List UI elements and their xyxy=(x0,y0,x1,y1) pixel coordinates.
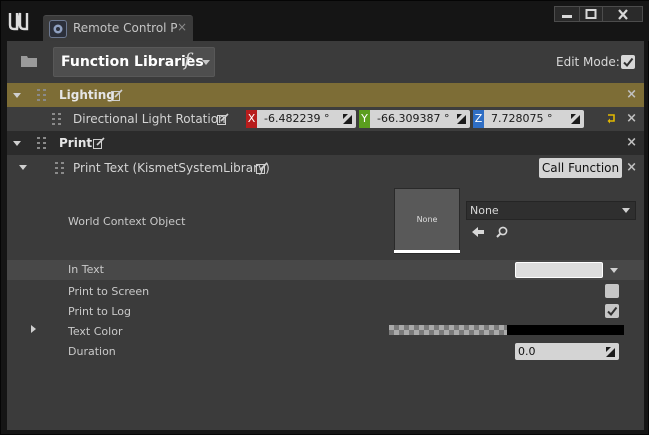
minimize-icon xyxy=(562,15,572,18)
rename-pencil-icon[interactable] xyxy=(217,113,229,125)
edit-mode-checkbox[interactable] xyxy=(621,55,635,69)
function-libraries-label: Function Libraries xyxy=(61,54,204,70)
function-icon: f xyxy=(184,50,191,71)
call-function-button[interactable]: Call Function xyxy=(539,158,622,178)
spinner-icon[interactable] xyxy=(606,347,615,357)
rotation-x-field[interactable]: X -6.482239 ° xyxy=(246,110,356,128)
in-text-input[interactable] xyxy=(515,262,603,278)
rename-pencil-icon[interactable] xyxy=(256,162,268,174)
checkmark-icon xyxy=(623,57,634,68)
drag-handle-icon[interactable] xyxy=(37,137,47,149)
chevron-down-icon[interactable] xyxy=(610,268,618,273)
spinner-icon[interactable] xyxy=(457,114,466,124)
drag-handle-icon[interactable] xyxy=(52,113,62,125)
function-libraries-button[interactable]: Function Libraries f xyxy=(53,47,215,77)
tab-remote-control[interactable]: Remote Control P × xyxy=(43,15,193,41)
alpha-checker-pattern xyxy=(389,325,507,335)
axis-x-tag: X xyxy=(246,110,257,128)
rename-pencil-icon[interactable] xyxy=(111,89,123,101)
title-bar[interactable]: Remote Control P × xyxy=(1,1,649,41)
function-label: Print Text (KismetSystemLibrary) xyxy=(73,161,270,175)
remove-property-icon[interactable]: × xyxy=(626,111,637,126)
property-row-directional-light-rotation: Directional Light Rotation X -6.482239 °… xyxy=(7,107,644,131)
thumbnail-none-text: None xyxy=(416,215,438,224)
chevron-down-icon xyxy=(202,60,210,65)
maximize-icon xyxy=(585,9,597,19)
print-to-log-checkbox[interactable] xyxy=(605,304,619,318)
chevron-down-icon xyxy=(622,208,630,213)
collapse-arrow-icon[interactable] xyxy=(13,93,21,98)
section-lighting[interactable]: Lighting × xyxy=(7,83,644,107)
section-title: Lighting xyxy=(59,88,115,102)
spinner-icon[interactable] xyxy=(571,114,580,124)
section-print[interactable]: Print × xyxy=(7,131,644,155)
duration-input[interactable]: 0.0 xyxy=(515,343,619,360)
section-title: Print xyxy=(59,136,93,150)
remote-control-panel-icon xyxy=(49,20,67,38)
rotation-z-value[interactable]: 7.728075 ° xyxy=(484,110,584,128)
tab-label: Remote Control P xyxy=(73,21,177,35)
folder-icon[interactable] xyxy=(21,55,37,67)
remote-control-panel: Function Libraries f Edit Mode: Lighting… xyxy=(7,41,644,430)
combo-value: None xyxy=(470,204,499,217)
collapse-arrow-icon[interactable] xyxy=(19,165,27,170)
world-context-object-label: World Context Object xyxy=(68,215,186,228)
close-icon xyxy=(617,8,628,20)
minimize-button[interactable] xyxy=(554,6,580,22)
print-to-screen-label: Print to Screen xyxy=(68,285,150,298)
rotation-y-value[interactable]: -66.309387 ° xyxy=(370,110,470,128)
print-to-log-label: Print to Log xyxy=(68,305,131,318)
tab-close-icon[interactable]: × xyxy=(177,20,187,34)
rename-pencil-icon[interactable] xyxy=(93,137,105,149)
rotation-y-field[interactable]: Y -66.309387 ° xyxy=(359,110,470,128)
duration-value: 0.0 xyxy=(518,345,536,358)
panel-toolbar: Function Libraries f Edit Mode: xyxy=(7,41,644,83)
maximize-button[interactable] xyxy=(579,6,603,22)
collapse-arrow-icon[interactable] xyxy=(13,141,21,146)
edit-mode-label: Edit Mode: xyxy=(556,55,620,69)
drag-handle-icon[interactable] xyxy=(37,89,47,101)
drag-handle-icon[interactable] xyxy=(55,162,65,174)
remove-function-icon[interactable]: × xyxy=(626,160,637,175)
property-label: Directional Light Rotation xyxy=(73,112,226,126)
axis-y-tag: Y xyxy=(359,110,370,128)
rotation-x-value[interactable]: -6.482239 ° xyxy=(257,110,356,128)
duration-label: Duration xyxy=(68,345,116,358)
close-window-button[interactable] xyxy=(602,6,643,22)
print-to-screen-checkbox[interactable] xyxy=(605,284,619,298)
rotation-z-field[interactable]: Z 7.728075 ° xyxy=(473,110,584,128)
in-text-label: In Text xyxy=(68,263,104,276)
use-selected-arrow-icon[interactable] xyxy=(471,226,485,238)
remote-control-window: Remote Control P × Function Libraries f … xyxy=(0,0,649,435)
search-icon[interactable] xyxy=(495,226,509,238)
reset-to-default-icon[interactable] xyxy=(606,114,616,124)
expand-arrow-icon[interactable] xyxy=(31,325,36,333)
function-row-print-text: Print Text (KismetSystemLibrary) Call Fu… xyxy=(7,155,644,181)
unreal-engine-logo-icon xyxy=(8,12,29,31)
param-row-in-text: In Text xyxy=(7,260,644,280)
thumbnail-highlight-bar xyxy=(394,250,460,253)
remove-section-icon[interactable]: × xyxy=(626,87,637,102)
text-color-swatch[interactable] xyxy=(389,325,624,335)
checkmark-icon xyxy=(607,306,618,317)
asset-thumbnail[interactable]: None xyxy=(394,188,460,254)
world-context-object-combo[interactable]: None xyxy=(466,201,636,220)
spinner-icon[interactable] xyxy=(343,114,352,124)
text-color-label: Text Color xyxy=(68,325,123,338)
axis-z-tag: Z xyxy=(473,110,484,128)
remove-section-icon[interactable]: × xyxy=(626,135,637,150)
